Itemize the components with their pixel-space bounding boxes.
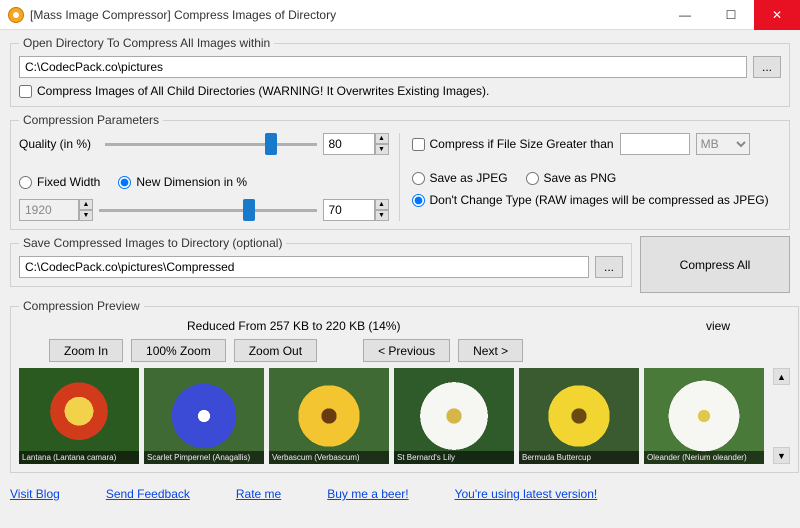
thumbnail[interactable]: Lantana (Lantana camara): [19, 368, 139, 464]
titlebar: [Mass Image Compressor] Compress Images …: [0, 0, 800, 30]
browse-source-button[interactable]: ...: [753, 56, 781, 78]
recurse-checkbox[interactable]: [19, 85, 32, 98]
save-directory-group: Save Compressed Images to Directory (opt…: [10, 236, 632, 287]
save-jpeg-radio-label[interactable]: Save as JPEG: [412, 171, 508, 185]
size-threshold-checkbox[interactable]: [412, 138, 425, 151]
fixed-width-spin-buttons[interactable]: ▲▼: [79, 199, 93, 221]
dest-path-input[interactable]: [19, 256, 589, 278]
thumbnail[interactable]: St Bernard's Lily: [394, 368, 514, 464]
save-png-radio[interactable]: [526, 172, 539, 185]
thumbnail[interactable]: Verbascum (Verbascum): [269, 368, 389, 464]
send-feedback-link[interactable]: Send Feedback: [106, 487, 190, 501]
thumbnail[interactable]: Oleander (Nerium oleander): [644, 368, 764, 464]
new-dimension-radio-label[interactable]: New Dimension in %: [118, 175, 247, 189]
size-unit-select[interactable]: MB: [696, 133, 750, 155]
preview-status: Reduced From 257 KB to 220 KB (14%): [187, 319, 400, 333]
fixed-width-radio-label[interactable]: Fixed Width: [19, 175, 100, 189]
size-threshold-input[interactable]: [620, 133, 690, 155]
thumbnail[interactable]: Scarlet Pimpernel (Anagallis): [144, 368, 264, 464]
dimension-spinner[interactable]: [323, 199, 375, 221]
zoom-100-button[interactable]: 100% Zoom: [131, 339, 226, 362]
compress-all-button[interactable]: Compress All: [640, 236, 790, 293]
browse-dest-button[interactable]: ...: [595, 256, 623, 278]
open-directory-legend: Open Directory To Compress All Images wi…: [19, 36, 274, 50]
fixed-width-spinner[interactable]: [19, 199, 79, 221]
rate-me-link[interactable]: Rate me: [236, 487, 281, 501]
fixed-width-radio[interactable]: [19, 176, 32, 189]
close-button[interactable]: ✕: [754, 0, 800, 30]
thumbnail[interactable]: Bermuda Buttercup: [519, 368, 639, 464]
scroll-down-icon[interactable]: ▼: [773, 447, 790, 464]
dimension-slider[interactable]: [99, 209, 317, 212]
dont-change-radio[interactable]: [412, 194, 425, 207]
compression-params-group: Compression Parameters Quality (in %) ▲▼…: [10, 113, 790, 230]
dimension-spin-buttons[interactable]: ▲▼: [375, 199, 389, 221]
window-title: [Mass Image Compressor] Compress Images …: [30, 8, 662, 22]
compression-params-legend: Compression Parameters: [19, 113, 163, 127]
footer: Visit Blog Send Feedback Rate me Buy me …: [0, 483, 800, 505]
save-png-radio-label[interactable]: Save as PNG: [526, 171, 617, 185]
preview-legend: Compression Preview: [19, 299, 144, 313]
quality-label: Quality (in %): [19, 137, 99, 151]
open-directory-group: Open Directory To Compress All Images wi…: [10, 36, 790, 107]
save-jpeg-radio[interactable]: [412, 172, 425, 185]
new-dimension-radio[interactable]: [118, 176, 131, 189]
latest-version-link[interactable]: You're using latest version!: [455, 487, 598, 501]
size-threshold-checkbox-label[interactable]: Compress if File Size Greater than: [412, 137, 614, 151]
previous-button[interactable]: < Previous: [363, 339, 450, 362]
quality-spin-buttons[interactable]: ▲▼: [375, 133, 389, 155]
maximize-button[interactable]: ☐: [708, 0, 754, 30]
scroll-up-icon[interactable]: ▲: [773, 368, 790, 385]
dont-change-radio-label[interactable]: Don't Change Type (RAW images will be co…: [412, 193, 782, 207]
minimize-button[interactable]: —: [662, 0, 708, 30]
app-icon: [8, 7, 24, 23]
thumbnail-scrollbar[interactable]: ▲ ▼: [773, 368, 790, 464]
next-button[interactable]: Next >: [458, 339, 523, 362]
save-directory-legend: Save Compressed Images to Directory (opt…: [19, 236, 286, 250]
zoom-out-button[interactable]: Zoom Out: [234, 339, 317, 362]
source-path-input[interactable]: [19, 56, 747, 78]
preview-group: Compression Preview Reduced From 257 KB …: [10, 299, 799, 473]
view-label: view: [706, 319, 730, 333]
visit-blog-link[interactable]: Visit Blog: [10, 487, 60, 501]
quality-spinner[interactable]: [323, 133, 375, 155]
zoom-in-button[interactable]: Zoom In: [49, 339, 123, 362]
recurse-checkbox-label[interactable]: Compress Images of All Child Directories…: [19, 84, 781, 98]
quality-slider[interactable]: [105, 143, 317, 146]
buy-beer-link[interactable]: Buy me a beer!: [327, 487, 408, 501]
